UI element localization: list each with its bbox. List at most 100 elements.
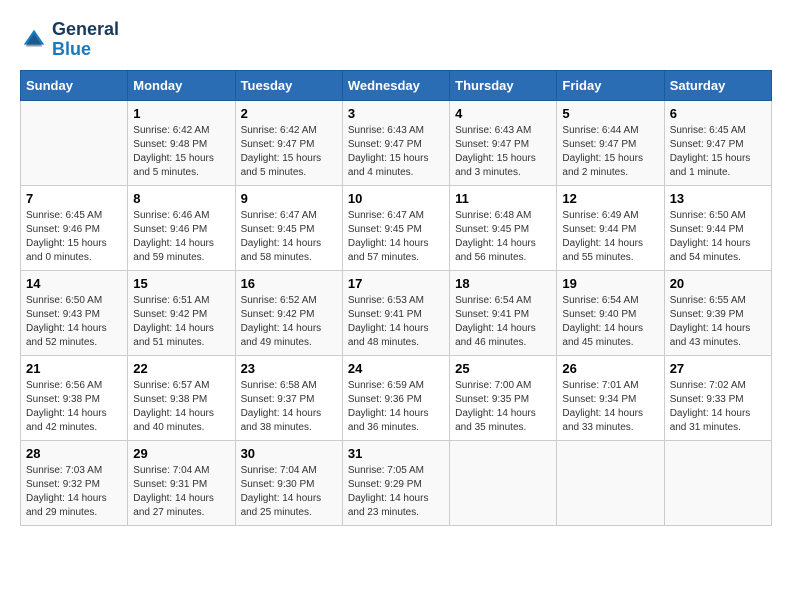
day-number: 12	[562, 191, 658, 206]
day-number: 14	[26, 276, 122, 291]
calendar-cell: 26 Sunrise: 7:01 AMSunset: 9:34 PMDayligh…	[557, 355, 664, 440]
day-number: 4	[455, 106, 551, 121]
day-info: Sunrise: 6:46 AMSunset: 9:46 PMDaylight:…	[133, 209, 229, 265]
day-number: 5	[562, 106, 658, 121]
day-number: 1	[133, 106, 229, 121]
day-number: 18	[455, 276, 551, 291]
calendar-cell: 30 Sunrise: 7:04 AMSunset: 9:30 PMDayligh…	[235, 440, 342, 525]
day-number: 9	[241, 191, 337, 206]
calendar-cell: 3 Sunrise: 6:43 AMSunset: 9:47 PMDaylight…	[342, 100, 449, 185]
day-info: Sunrise: 6:54 AMSunset: 9:40 PMDaylight:…	[562, 294, 658, 350]
calendar-cell: 23 Sunrise: 6:58 AMSunset: 9:37 PMDayligh…	[235, 355, 342, 440]
day-number: 13	[670, 191, 766, 206]
day-number: 17	[348, 276, 444, 291]
calendar-cell: 2 Sunrise: 6:42 AMSunset: 9:47 PMDaylight…	[235, 100, 342, 185]
calendar-cell: 12 Sunrise: 6:49 AMSunset: 9:44 PMDayligh…	[557, 185, 664, 270]
calendar-cell	[21, 100, 128, 185]
day-number: 22	[133, 361, 229, 376]
day-info: Sunrise: 7:02 AMSunset: 9:33 PMDaylight:…	[670, 379, 766, 435]
calendar-cell: 24 Sunrise: 6:59 AMSunset: 9:36 PMDayligh…	[342, 355, 449, 440]
day-number: 26	[562, 361, 658, 376]
logo-text: General Blue	[52, 20, 119, 60]
weekday-header-row: SundayMondayTuesdayWednesdayThursdayFrid…	[21, 70, 772, 100]
day-info: Sunrise: 6:48 AMSunset: 9:45 PMDaylight:…	[455, 209, 551, 265]
day-number: 6	[670, 106, 766, 121]
calendar-week-row: 21 Sunrise: 6:56 AMSunset: 9:38 PMDayligh…	[21, 355, 772, 440]
day-number: 8	[133, 191, 229, 206]
weekday-header-tuesday: Tuesday	[235, 70, 342, 100]
page-header: General Blue	[20, 20, 772, 60]
calendar-cell: 11 Sunrise: 6:48 AMSunset: 9:45 PMDayligh…	[450, 185, 557, 270]
day-info: Sunrise: 6:47 AMSunset: 9:45 PMDaylight:…	[348, 209, 444, 265]
day-info: Sunrise: 7:04 AMSunset: 9:31 PMDaylight:…	[133, 464, 229, 520]
calendar-table: SundayMondayTuesdayWednesdayThursdayFrid…	[20, 70, 772, 526]
day-info: Sunrise: 6:45 AMSunset: 9:47 PMDaylight:…	[670, 124, 766, 180]
calendar-week-row: 1Sunrise: 6:42 AMSunset: 9:48 PMDaylight…	[21, 100, 772, 185]
day-info: Sunrise: 7:01 AMSunset: 9:34 PMDaylight:…	[562, 379, 658, 435]
day-info: Sunrise: 6:47 AMSunset: 9:45 PMDaylight:…	[241, 209, 337, 265]
day-number: 24	[348, 361, 444, 376]
calendar-cell: 15 Sunrise: 6:51 AMSunset: 9:42 PMDayligh…	[128, 270, 235, 355]
day-number: 20	[670, 276, 766, 291]
day-info: Sunrise: 6:58 AMSunset: 9:37 PMDaylight:…	[241, 379, 337, 435]
day-info: Sunrise: 6:53 AMSunset: 9:41 PMDaylight:…	[348, 294, 444, 350]
day-info: Sunrise: 7:03 AMSunset: 9:32 PMDaylight:…	[26, 464, 122, 520]
day-number: 16	[241, 276, 337, 291]
calendar-cell: 14Sunrise: 6:50 AMSunset: 9:43 PMDayligh…	[21, 270, 128, 355]
weekday-header-wednesday: Wednesday	[342, 70, 449, 100]
day-number: 23	[241, 361, 337, 376]
day-info: Sunrise: 6:59 AMSunset: 9:36 PMDaylight:…	[348, 379, 444, 435]
calendar-cell: 10Sunrise: 6:47 AMSunset: 9:45 PMDayligh…	[342, 185, 449, 270]
calendar-week-row: 7 Sunrise: 6:45 AMSunset: 9:46 PMDaylight…	[21, 185, 772, 270]
logo: General Blue	[20, 20, 119, 60]
day-info: Sunrise: 6:51 AMSunset: 9:42 PMDaylight:…	[133, 294, 229, 350]
day-number: 11	[455, 191, 551, 206]
calendar-cell: 17 Sunrise: 6:53 AMSunset: 9:41 PMDayligh…	[342, 270, 449, 355]
logo-icon	[20, 26, 48, 54]
day-info: Sunrise: 6:44 AMSunset: 9:47 PMDaylight:…	[562, 124, 658, 180]
day-info: Sunrise: 6:50 AMSunset: 9:44 PMDaylight:…	[670, 209, 766, 265]
day-info: Sunrise: 7:05 AMSunset: 9:29 PMDaylight:…	[348, 464, 444, 520]
calendar-cell: 5 Sunrise: 6:44 AMSunset: 9:47 PMDaylight…	[557, 100, 664, 185]
calendar-cell: 13 Sunrise: 6:50 AMSunset: 9:44 PMDayligh…	[664, 185, 771, 270]
day-info: Sunrise: 6:45 AMSunset: 9:46 PMDaylight:…	[26, 209, 122, 265]
calendar-cell: 4 Sunrise: 6:43 AMSunset: 9:47 PMDaylight…	[450, 100, 557, 185]
calendar-week-row: 28 Sunrise: 7:03 AMSunset: 9:32 PMDayligh…	[21, 440, 772, 525]
day-info: Sunrise: 7:04 AMSunset: 9:30 PMDaylight:…	[241, 464, 337, 520]
day-info: Sunrise: 6:49 AMSunset: 9:44 PMDaylight:…	[562, 209, 658, 265]
day-number: 29	[133, 446, 229, 461]
calendar-cell: 22 Sunrise: 6:57 AMSunset: 9:38 PMDayligh…	[128, 355, 235, 440]
weekday-header-sunday: Sunday	[21, 70, 128, 100]
calendar-cell: 25Sunrise: 7:00 AMSunset: 9:35 PMDayligh…	[450, 355, 557, 440]
calendar-cell: 1Sunrise: 6:42 AMSunset: 9:48 PMDaylight…	[128, 100, 235, 185]
day-info: Sunrise: 6:43 AMSunset: 9:47 PMDaylight:…	[348, 124, 444, 180]
day-number: 7	[26, 191, 122, 206]
calendar-cell: 18 Sunrise: 6:54 AMSunset: 9:41 PMDayligh…	[450, 270, 557, 355]
calendar-cell: 8 Sunrise: 6:46 AMSunset: 9:46 PMDaylight…	[128, 185, 235, 270]
day-info: Sunrise: 6:42 AMSunset: 9:47 PMDaylight:…	[241, 124, 337, 180]
day-number: 15	[133, 276, 229, 291]
calendar-cell	[664, 440, 771, 525]
weekday-header-friday: Friday	[557, 70, 664, 100]
day-info: Sunrise: 6:54 AMSunset: 9:41 PMDaylight:…	[455, 294, 551, 350]
day-number: 30	[241, 446, 337, 461]
calendar-cell	[557, 440, 664, 525]
day-info: Sunrise: 6:56 AMSunset: 9:38 PMDaylight:…	[26, 379, 122, 435]
calendar-cell: 29 Sunrise: 7:04 AMSunset: 9:31 PMDayligh…	[128, 440, 235, 525]
day-info: Sunrise: 6:43 AMSunset: 9:47 PMDaylight:…	[455, 124, 551, 180]
calendar-cell: 9 Sunrise: 6:47 AMSunset: 9:45 PMDaylight…	[235, 185, 342, 270]
day-number: 27	[670, 361, 766, 376]
calendar-cell	[450, 440, 557, 525]
calendar-cell: 21 Sunrise: 6:56 AMSunset: 9:38 PMDayligh…	[21, 355, 128, 440]
calendar-cell: 19Sunrise: 6:54 AMSunset: 9:40 PMDayligh…	[557, 270, 664, 355]
calendar-cell: 16Sunrise: 6:52 AMSunset: 9:42 PMDayligh…	[235, 270, 342, 355]
day-number: 2	[241, 106, 337, 121]
weekday-header-thursday: Thursday	[450, 70, 557, 100]
day-number: 28	[26, 446, 122, 461]
day-info: Sunrise: 6:55 AMSunset: 9:39 PMDaylight:…	[670, 294, 766, 350]
calendar-cell: 28 Sunrise: 7:03 AMSunset: 9:32 PMDayligh…	[21, 440, 128, 525]
day-number: 3	[348, 106, 444, 121]
day-number: 25	[455, 361, 551, 376]
day-info: Sunrise: 6:57 AMSunset: 9:38 PMDaylight:…	[133, 379, 229, 435]
day-number: 21	[26, 361, 122, 376]
